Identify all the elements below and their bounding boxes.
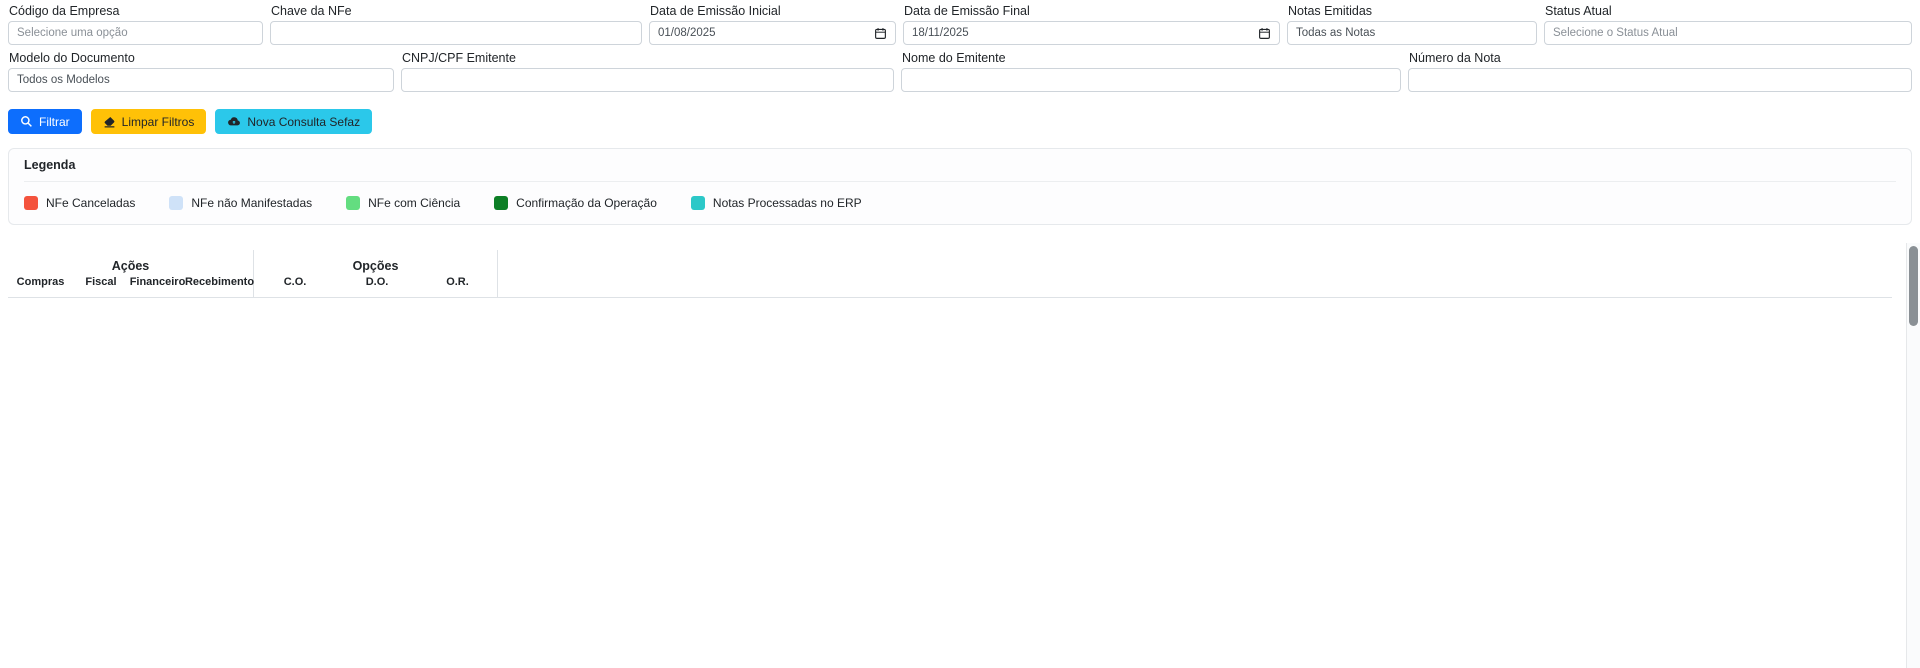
calendar-icon[interactable] <box>874 27 887 40</box>
data-de-emissao-inicial-date-input[interactable]: 01/08/2025 <box>649 21 896 45</box>
data-de-emissao-final-date-input[interactable]: 18/11/2025 <box>903 21 1280 45</box>
chave-da-nfe-label: Chave da NFe <box>271 4 642 18</box>
modelo-do-documento-label: Modelo do Documento <box>9 51 394 65</box>
notas-emitidas-value: Todas as Notas <box>1296 27 1375 39</box>
column-group-acoes: Ações <box>8 250 254 274</box>
filter-field-chave-da-nfe: Chave da NFe <box>270 3 642 45</box>
legend-item-1: NFe não Manifestadas <box>169 196 312 210</box>
filter-field-cnpj-cpf-emitente: CNPJ/CPF Emitente <box>401 50 894 92</box>
legend-item-label: Notas Processadas no ERP <box>713 196 862 210</box>
codigo-da-empresa-label: Código da Empresa <box>9 4 263 18</box>
legend-item-2: NFe com Ciência <box>346 196 460 210</box>
toolbar: Filtrar Limpar Filtros Nova Consulta Sef… <box>8 109 1912 134</box>
filter-row-1: Código da Empresa Selecione uma opção Chav… <box>8 3 1912 45</box>
cnpj-cpf-emitente-input[interactable] <box>401 68 894 92</box>
filter-field-notas-emitidas: Notas Emitidas Todas as Notas <box>1287 3 1537 45</box>
column-group-opcoes: Opções <box>254 250 498 274</box>
legend-item-label: Confirmação da Operação <box>516 196 657 210</box>
legend-item-label: NFe Canceladas <box>46 196 135 210</box>
numero-da-nota-label: Número da Nota <box>1409 51 1912 65</box>
scrollbar-thumb[interactable] <box>1909 246 1918 326</box>
status-atual-label: Status Atual <box>1545 4 1912 18</box>
status-atual-select[interactable]: Selecione o Status Atual <box>1544 21 1912 45</box>
notas-emitidas-select[interactable]: Todas as Notas <box>1287 21 1537 45</box>
nova-consulta-sefaz-label: Nova Consulta Sefaz <box>247 115 360 129</box>
filter-field-status-atual: Status Atual Selecione o Status Atual <box>1544 3 1912 45</box>
column-header-co: C.O. <box>254 274 336 297</box>
data-de-emissao-inicial-value: 01/08/2025 <box>658 27 716 39</box>
status-atual-value: Selecione o Status Atual <box>1553 27 1678 39</box>
legend-color-chip <box>494 196 508 210</box>
column-header-or: O.R. <box>418 274 498 297</box>
filter-field-modelo-do-documento: Modelo do Documento Todos os Modelos <box>8 50 394 92</box>
calendar-icon[interactable] <box>1258 27 1271 40</box>
filter-field-codigo-da-empresa: Código da Empresa Selecione uma opção <box>8 3 263 45</box>
eraser-icon <box>103 115 116 128</box>
legend-color-chip <box>24 196 38 210</box>
cloud-icon <box>227 115 241 128</box>
column-header-compras: Compras <box>8 274 73 297</box>
legend-item-4: Notas Processadas no ERP <box>691 196 862 210</box>
filter-field-nome-do-emitente: Nome do Emitente <box>901 50 1401 92</box>
legend-color-chip <box>691 196 705 210</box>
modelo-do-documento-select[interactable]: Todos os Modelos <box>8 68 394 92</box>
limpar-filtros-button[interactable]: Limpar Filtros <box>91 109 207 134</box>
cnpj-cpf-emitente-label: CNPJ/CPF Emitente <box>402 51 894 65</box>
nome-do-emitente-label: Nome do Emitente <box>902 51 1401 65</box>
codigo-da-empresa-value: Selecione uma opção <box>17 27 128 39</box>
legend-card: Legenda NFe Canceladas NFe não Manifestad… <box>8 148 1912 225</box>
legend-item-3: Confirmação da Operação <box>494 196 657 210</box>
column-header-do: D.O. <box>336 274 418 297</box>
filter-row-2: Modelo do Documento Todos os Modelos CNPJ/… <box>8 50 1912 92</box>
data-de-emissao-final-value: 18/11/2025 <box>912 27 969 39</box>
column-header-financeiro: Financeiro <box>129 274 186 297</box>
data-de-emissao-final-label: Data de Emissão Final <box>904 4 1280 18</box>
data-de-emissao-inicial-label: Data de Emissão Inicial <box>650 4 896 18</box>
nfe-consulta-page: Código da Empresa Selecione uma opção Chav… <box>0 0 1920 668</box>
filter-field-numero-da-nota: Número da Nota <box>1408 50 1912 92</box>
legend-color-chip <box>346 196 360 210</box>
filter-field-data-de-emissao-final: Data de Emissão Final 18/11/2025 <box>903 3 1280 45</box>
nome-do-emitente-input[interactable] <box>901 68 1401 92</box>
legend-items: NFe Canceladas NFe não Manifestadas NFe co… <box>24 196 1896 210</box>
filtrar-button[interactable]: Filtrar <box>8 109 82 134</box>
limpar-filtros-label: Limpar Filtros <box>122 115 195 129</box>
documents-table: AçõesComprasFiscalFinanceiroRecebimentoO… <box>8 250 1892 298</box>
filtrar-label: Filtrar <box>39 115 70 129</box>
legend-item-label: NFe com Ciência <box>368 196 460 210</box>
search-icon <box>20 115 33 128</box>
notas-emitidas-label: Notas Emitidas <box>1288 4 1537 18</box>
legend-item-0: NFe Canceladas <box>24 196 135 210</box>
table-header: AçõesComprasFiscalFinanceiroRecebimentoO… <box>8 250 1892 298</box>
modelo-do-documento-value: Todos os Modelos <box>17 74 110 86</box>
vertical-scrollbar[interactable] <box>1906 243 1920 668</box>
column-header-recebimento: Recebimento <box>186 274 254 297</box>
nova-consulta-sefaz-button[interactable]: Nova Consulta Sefaz <box>215 109 372 134</box>
chave-da-nfe-input[interactable] <box>270 21 642 45</box>
legend-title: Legenda <box>24 158 1896 182</box>
legend-color-chip <box>169 196 183 210</box>
filter-field-data-de-emissao-inicial: Data de Emissão Inicial 01/08/2025 <box>649 3 896 45</box>
legend-item-label: NFe não Manifestadas <box>191 196 312 210</box>
codigo-da-empresa-select[interactable]: Selecione uma opção <box>8 21 263 45</box>
column-header-fiscal: Fiscal <box>73 274 129 297</box>
numero-da-nota-input[interactable] <box>1408 68 1912 92</box>
